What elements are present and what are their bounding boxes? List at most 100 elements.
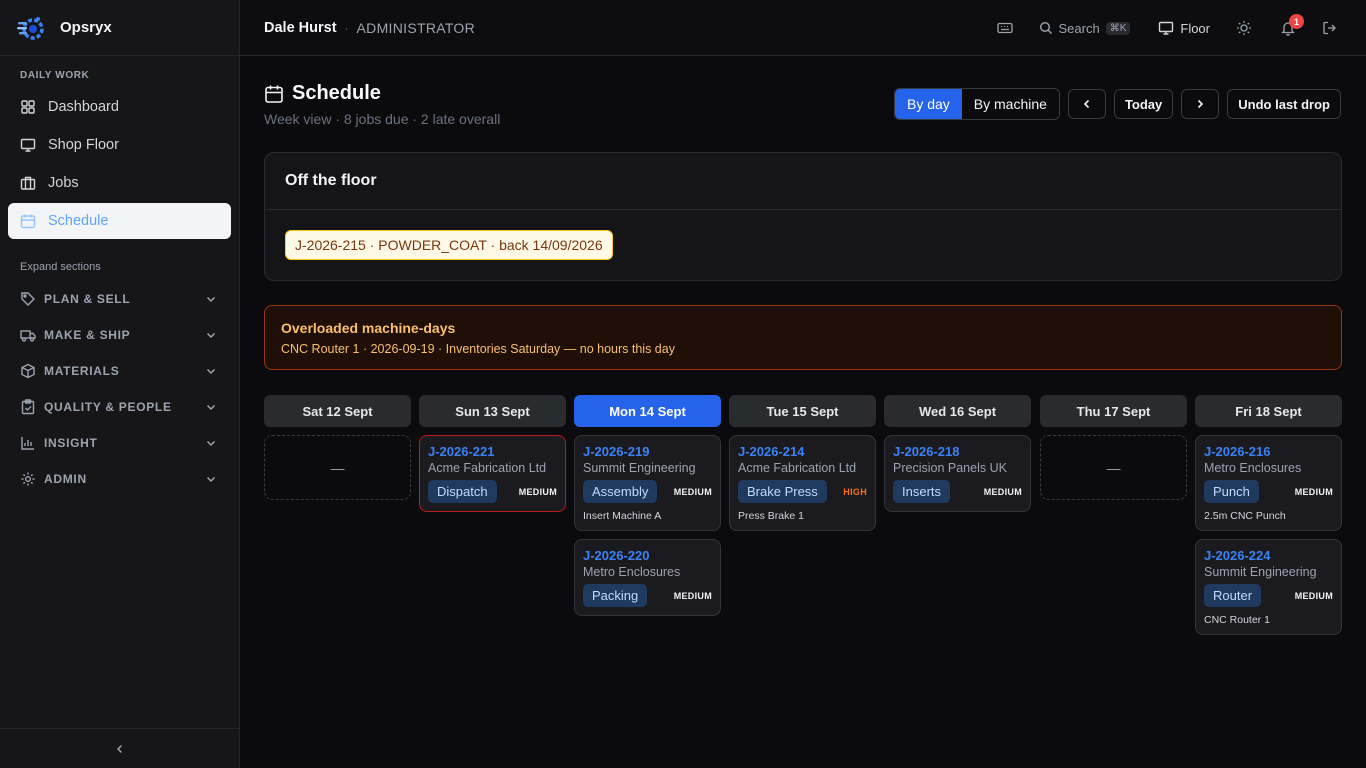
group-label: MATERIALS [44, 364, 120, 378]
group-admin[interactable]: ADMIN [0, 461, 239, 497]
job-card[interactable]: J-2026-219 Summit Engineering Assembly M… [574, 435, 721, 531]
job-priority: MEDIUM [673, 486, 712, 497]
sidebar: Opsryx DAILY WORK Dashboard Shop Floor J… [0, 0, 240, 768]
job-card[interactable]: J-2026-220 Metro Enclosures Packing MEDI… [574, 539, 721, 616]
group-label: MAKE & SHIP [44, 328, 131, 342]
sun-icon [1237, 21, 1251, 35]
monitor-icon [1159, 21, 1174, 35]
section-label-daily-work: DAILY WORK [20, 70, 90, 81]
chevron-down-icon [205, 401, 217, 413]
job-stage: Inserts [893, 480, 951, 503]
off-the-floor-title: Off the floor [265, 153, 1341, 210]
off-floor-job-chip[interactable]: J-2026-215 · POWDER_COAT · back 14/09/20… [285, 230, 613, 260]
logout-icon [1323, 21, 1336, 35]
job-stage: Packing [583, 584, 648, 607]
chevron-right-icon [1198, 99, 1204, 109]
calendar-icon [265, 85, 283, 103]
next-week-button[interactable] [1181, 89, 1220, 119]
theme-toggle-button[interactable] [1236, 20, 1252, 36]
clipboard-icon [20, 399, 36, 415]
job-customer: Summit Engineering [583, 461, 696, 475]
view-toggle: By day By machine [893, 88, 1060, 120]
view-by-day-button[interactable]: By day [894, 89, 962, 119]
group-label: PLAN & SELL [44, 292, 131, 306]
job-priority: MEDIUM [673, 590, 712, 601]
job-card[interactable]: J-2026-224 Summit Engineering Router MED… [1195, 539, 1342, 635]
chevron-down-icon [205, 437, 217, 449]
group-make-ship[interactable]: MAKE & SHIP [0, 317, 239, 353]
monitor-icon [20, 137, 36, 153]
brand[interactable]: Opsryx [0, 0, 239, 56]
day-header: Sat 12 Sept [264, 395, 411, 427]
sidebar-item-shop-floor[interactable]: Shop Floor [8, 127, 231, 163]
floor-label: Floor [1180, 20, 1210, 36]
box-icon [20, 363, 36, 379]
search-button[interactable]: Search ⌘K [1039, 21, 1131, 36]
view-by-machine-button[interactable]: By machine [962, 89, 1059, 119]
chevron-down-icon [205, 473, 217, 485]
search-label: Search [1058, 20, 1100, 36]
gear-icon [20, 471, 36, 487]
job-machine: Insert Machine A [583, 510, 662, 522]
day-header: Tue 15 Sept [729, 395, 876, 427]
job-stage: Router [1204, 584, 1262, 607]
page-subtitle: Week view · 8 jobs due · 2 late overall [264, 111, 501, 127]
job-machine: CNC Router 1 [1204, 614, 1270, 626]
tag-icon [20, 291, 36, 307]
expand-sections-label: Expand sections [20, 261, 101, 273]
top-actions: Search ⌘K Floor 1 [996, 0, 1339, 56]
group-materials[interactable]: MATERIALS [0, 353, 239, 389]
page-title: Schedule [292, 82, 381, 104]
sidebar-item-label: Shop Floor [48, 137, 119, 153]
day-column: Mon 14 Sept J-2026-219 Summit Engineerin… [574, 395, 721, 616]
keyboard-icon [996, 22, 1013, 34]
sidebar-item-schedule[interactable]: Schedule [8, 203, 231, 239]
group-plan-sell[interactable]: PLAN & SELL [0, 281, 239, 317]
overload-detail: CNC Router 1 · 2026-09-19 · Inventories … [281, 342, 675, 356]
schedule-controls: By day By machine Today Undo last drop [893, 88, 1341, 120]
undo-last-drop-button[interactable]: Undo last drop [1227, 89, 1341, 119]
day-header: Sun 13 Sept [419, 395, 566, 427]
opsryx-logo-icon [17, 16, 44, 40]
floor-button[interactable]: Floor [1158, 20, 1210, 36]
keyboard-shortcuts-button[interactable] [996, 20, 1013, 36]
group-insight[interactable]: INSIGHT [0, 425, 239, 461]
overload-warning: Overloaded machine-days CNC Router 1 · 2… [264, 305, 1342, 370]
sidebar-item-dashboard[interactable]: Dashboard [8, 89, 231, 125]
job-id: J-2026-221 [428, 444, 495, 459]
job-customer: Precision Panels UK [893, 461, 1007, 475]
job-priority: MEDIUM [518, 486, 557, 497]
previous-week-button[interactable] [1067, 89, 1106, 119]
job-priority: MEDIUM [1294, 486, 1333, 497]
logout-button[interactable] [1322, 20, 1338, 36]
separator: · [344, 20, 349, 35]
notifications-button[interactable]: 1 [1280, 14, 1304, 36]
job-stage: Punch [1204, 480, 1259, 503]
day-header: Thu 17 Sept [1040, 395, 1187, 427]
job-priority: MEDIUM [1294, 590, 1333, 601]
day-column: Fri 18 Sept J-2026-216 Metro Enclosures … [1195, 395, 1342, 635]
search-shortcut: ⌘K [1105, 21, 1131, 35]
job-priority: MEDIUM [983, 486, 1022, 497]
job-card[interactable]: J-2026-214 Acme Fabrication Ltd Brake Pr… [729, 435, 876, 531]
job-id: J-2026-218 [893, 444, 960, 459]
job-customer: Summit Engineering [1204, 565, 1317, 579]
group-label: QUALITY & PEOPLE [44, 400, 172, 414]
truck-icon [20, 327, 36, 343]
job-id: J-2026-219 [583, 444, 650, 459]
job-card[interactable]: J-2026-221 Acme Fabrication Ltd Dispatch… [419, 435, 566, 512]
app-name: Opsryx [60, 19, 112, 36]
job-card[interactable]: J-2026-218 Precision Panels UK Inserts M… [884, 435, 1031, 512]
job-card[interactable]: J-2026-216 Metro Enclosures Punch MEDIUM… [1195, 435, 1342, 531]
group-quality-people[interactable]: QUALITY & PEOPLE [0, 389, 239, 425]
today-button[interactable]: Today [1113, 89, 1174, 119]
sidebar-item-jobs[interactable]: Jobs [8, 165, 231, 201]
job-customer: Metro Enclosures [1204, 461, 1302, 475]
collapse-sidebar-button[interactable] [0, 728, 239, 768]
day-header-today: Mon 14 Sept [574, 395, 721, 427]
job-customer: Acme Fabrication Ltd [428, 461, 547, 475]
user-name: Dale Hurst [264, 19, 337, 36]
day-column: Tue 15 Sept J-2026-214 Acme Fabrication … [729, 395, 876, 531]
chevron-down-icon [205, 365, 217, 377]
off-the-floor-card: Off the floor J-2026-215 · POWDER_COAT ·… [264, 152, 1342, 281]
